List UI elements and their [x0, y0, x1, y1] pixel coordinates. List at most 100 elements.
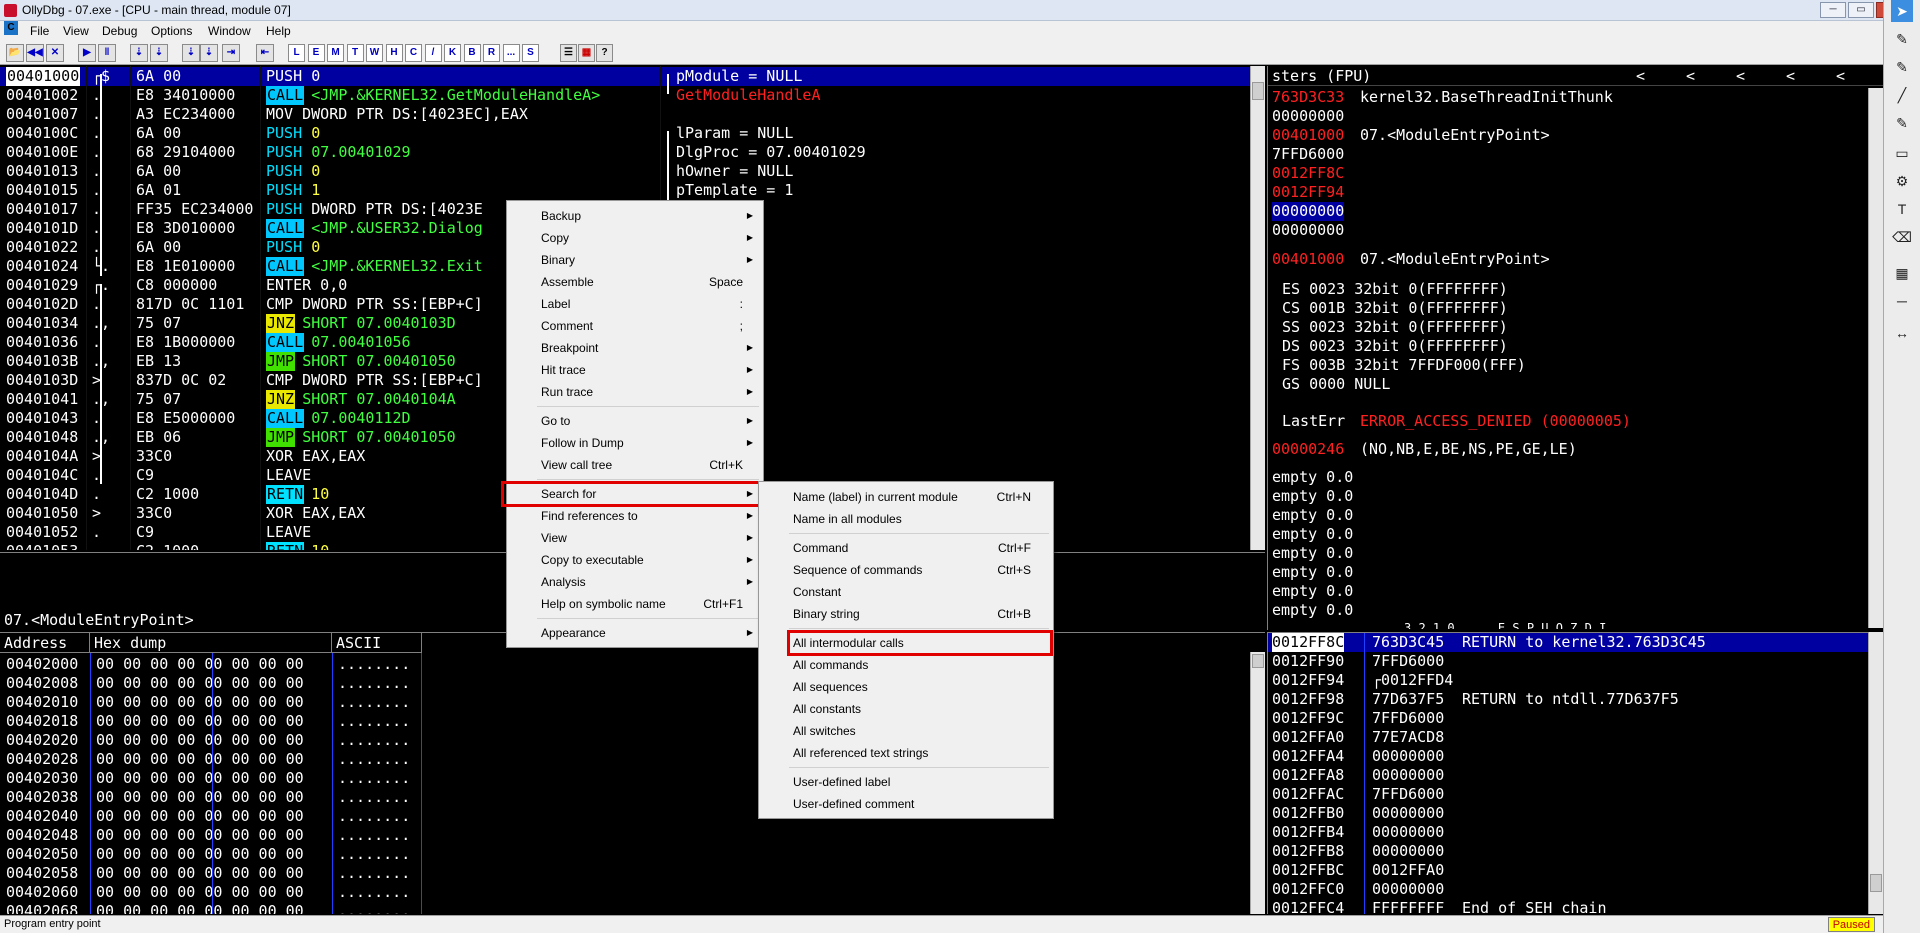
- menu-help[interactable]: Help: [266, 21, 291, 41]
- marker-icon[interactable]: ✎: [1891, 56, 1913, 78]
- menu-item-breakpoint[interactable]: Breakpoint ▶: [509, 337, 761, 359]
- dump-address[interactable]: 00402028: [6, 750, 78, 769]
- dump-hex[interactable]: 00 00 00 00 00 00 00 00: [96, 902, 304, 914]
- dump-hex[interactable]: 00 00 00 00 00 00 00 00: [96, 674, 304, 693]
- register-value[interactable]: 0012FF94: [1272, 183, 1344, 202]
- dump-ascii[interactable]: ........: [338, 750, 410, 769]
- stack-pane[interactable]: 0012FF8C 763D3C45 RETURN to kernel32.763D3…: [1267, 632, 1883, 914]
- menu-item-constant[interactable]: Constant: [761, 581, 1051, 603]
- stack-row[interactable]: 0012FF8C 763D3C45 RETURN to kernel32.763D3…: [1268, 633, 1868, 652]
- stack-row[interactable]: 0012FFB0 00000000: [1268, 804, 1868, 823]
- dump-ascii[interactable]: ........: [338, 769, 410, 788]
- eip-value[interactable]: 00401000: [1272, 250, 1344, 269]
- menu-item-all-constants[interactable]: All constants: [761, 698, 1051, 720]
- menu-item-all-referenced-text-strings[interactable]: All referenced text strings: [761, 742, 1051, 764]
- dump-hex[interactable]: 00 00 00 00 00 00 00 00: [96, 864, 304, 883]
- window-button-10[interactable]: R: [483, 44, 500, 62]
- stack-row[interactable]: 0012FFBC 0012FFA0: [1268, 861, 1868, 880]
- fpu-register[interactable]: empty 0.0: [1272, 525, 1852, 544]
- menu-item-analysis[interactable]: Analysis ▶: [509, 571, 761, 593]
- fpu-register[interactable]: empty 0.0: [1272, 468, 1852, 487]
- stack-row[interactable]: 0012FF98 77D637F5 RETURN to ntdll.77D637F5: [1268, 690, 1868, 709]
- register-value[interactable]: 00000000: [1272, 202, 1345, 221]
- stack-row[interactable]: 0012FFC4 FFFFFFFF End of SEH chain: [1268, 899, 1868, 914]
- fpu-register[interactable]: empty 0.0: [1272, 601, 1852, 620]
- menu-item-binary[interactable]: Binary ▶: [509, 249, 761, 271]
- line-icon[interactable]: ╱: [1891, 84, 1913, 106]
- eraser-icon[interactable]: ⌫: [1891, 226, 1913, 248]
- pattern-icon[interactable]: ▦: [1891, 262, 1913, 284]
- menu-item-name-label-in-current-module[interactable]: Name (label) in current module Ctrl+N: [761, 486, 1051, 508]
- maximize-button[interactable]: ▭: [1848, 2, 1874, 18]
- menu-item-help-on-symbolic-name[interactable]: Help on symbolic name Ctrl+F1: [509, 593, 761, 615]
- menu-item-appearance[interactable]: Appearance ▶: [509, 622, 761, 644]
- dump-address[interactable]: 00402020: [6, 731, 78, 750]
- window-button-3[interactable]: T: [346, 44, 364, 62]
- menu-debug[interactable]: Debug: [102, 21, 137, 41]
- window-button-0[interactable]: L: [288, 44, 305, 62]
- dump-address[interactable]: 00402050: [6, 845, 78, 864]
- dump-ascii[interactable]: ........: [338, 845, 410, 864]
- execute-till-return-icon[interactable]: ⇥: [222, 44, 240, 62]
- dump-address[interactable]: 00402068: [6, 902, 78, 914]
- dump-ascii[interactable]: ........: [338, 807, 410, 826]
- menu-item-all-sequences[interactable]: All sequences: [761, 676, 1051, 698]
- dump-hex[interactable]: 00 00 00 00 00 00 00 00: [96, 712, 304, 731]
- register-nav-arrow[interactable]: <: [1636, 66, 1645, 86]
- dump-ascii[interactable]: ........: [338, 788, 410, 807]
- dump-address[interactable]: 00402058: [6, 864, 78, 883]
- menu-options[interactable]: Options: [151, 21, 192, 41]
- step-into-icon[interactable]: ⇣: [130, 44, 148, 62]
- dump-scrollbar[interactable]: [1250, 652, 1265, 914]
- pause-icon[interactable]: ‖: [98, 44, 116, 62]
- step-over-icon[interactable]: ⇣: [150, 44, 168, 62]
- register-value[interactable]: 7FFD6000: [1272, 145, 1344, 164]
- menu-item-label[interactable]: Label:: [509, 293, 761, 315]
- dump-hex[interactable]: 00 00 00 00 00 00 00 00: [96, 769, 304, 788]
- register-nav-arrow[interactable]: <: [1686, 66, 1695, 86]
- disasm-row[interactable]: 00401007. A3 EC234000 MOV DWORD PTR DS:[40…: [0, 105, 1250, 124]
- segment-register[interactable]: SS 0023 32bit 0(FFFFFFFF): [1282, 318, 1862, 337]
- menu-item-all-switches[interactable]: All switches: [761, 720, 1051, 742]
- stack-row[interactable]: 0012FF90 7FFD6000: [1268, 652, 1868, 671]
- window-button-1[interactable]: E: [307, 44, 325, 62]
- menu-item-view-call-tree[interactable]: View call tree Ctrl+K: [509, 454, 761, 476]
- lasterr-value[interactable]: ERROR_ACCESS_DENIED (00000005): [1360, 412, 1860, 431]
- eflags-value[interactable]: 00000246: [1272, 440, 1344, 459]
- menu-item-comment[interactable]: Comment;: [509, 315, 761, 337]
- register-nav-arrow[interactable]: <: [1736, 66, 1745, 86]
- dump-address[interactable]: 00402060: [6, 883, 78, 902]
- dump-header-ascii[interactable]: ASCII: [332, 633, 422, 653]
- menu-window[interactable]: Window: [208, 21, 251, 41]
- dump-hex[interactable]: 00 00 00 00 00 00 00 00: [96, 655, 304, 674]
- close-debuggee-icon[interactable]: ✕: [46, 44, 64, 62]
- dump-hex[interactable]: 00 00 00 00 00 00 00 00: [96, 693, 304, 712]
- menu-item-find-references-to[interactable]: Find references to ▶: [509, 505, 761, 527]
- dump-ascii[interactable]: ........: [338, 864, 410, 883]
- window-button-11[interactable]: ...: [502, 44, 520, 62]
- dump-hex[interactable]: 00 00 00 00 00 00 00 00: [96, 883, 304, 902]
- register-value[interactable]: 0012FF8C: [1272, 164, 1344, 183]
- registers-scrollbar[interactable]: [1868, 88, 1883, 628]
- menu-file[interactable]: File: [30, 21, 49, 41]
- menu-item-all-commands[interactable]: All commands: [761, 654, 1051, 676]
- trace-into-icon[interactable]: ⇣: [182, 44, 200, 62]
- dump-address[interactable]: 00402038: [6, 788, 78, 807]
- divider-icon[interactable]: ─: [1891, 290, 1913, 312]
- menu-item-user-defined-label[interactable]: User-defined label: [761, 771, 1051, 793]
- fpu-register[interactable]: empty 0.0: [1272, 487, 1852, 506]
- segment-register[interactable]: GS 0000 NULL: [1282, 375, 1862, 394]
- stack-row[interactable]: 0012FFB8 00000000: [1268, 842, 1868, 861]
- dump-pane[interactable]: Address Hex dump ASCII 00402000 00 00 00 00 …: [0, 632, 1265, 914]
- window-button-9[interactable]: B: [463, 44, 481, 62]
- pointer-icon[interactable]: ➤: [1891, 0, 1913, 22]
- window-button-8[interactable]: K: [444, 44, 461, 62]
- window-button-12[interactable]: S: [522, 44, 539, 62]
- brush-icon[interactable]: ✎: [1891, 112, 1913, 134]
- menu-item-follow-in-dump[interactable]: Follow in Dump ▶: [509, 432, 761, 454]
- segment-register[interactable]: CS 001B 32bit 0(FFFFFFFF): [1282, 299, 1862, 318]
- stack-row[interactable]: 0012FFC0 00000000: [1268, 880, 1868, 899]
- menu-item-assemble[interactable]: Assemble Space: [509, 271, 761, 293]
- menu-item-sequence-of-commands[interactable]: Sequence of commands Ctrl+S: [761, 559, 1051, 581]
- swap-icon[interactable]: ↔: [1891, 322, 1913, 344]
